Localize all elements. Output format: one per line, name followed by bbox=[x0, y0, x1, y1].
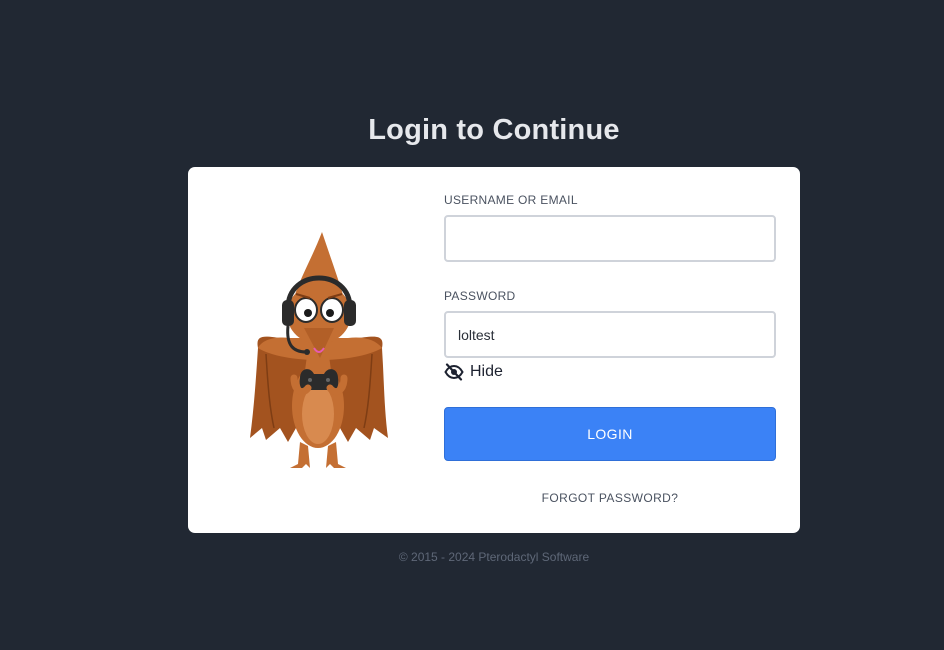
password-input[interactable] bbox=[444, 311, 776, 358]
forgot-password-link[interactable]: FORGOT PASSWORD? bbox=[444, 491, 776, 505]
footer-copyright: © 2015 - 2024 Pterodactyl Software bbox=[398, 550, 590, 564]
eye-slash-icon bbox=[444, 363, 464, 381]
hide-password-toggle[interactable]: Hide bbox=[444, 362, 503, 382]
username-input[interactable] bbox=[444, 215, 776, 262]
username-label: USERNAME OR EMAIL bbox=[444, 193, 578, 207]
password-label: PASSWORD bbox=[444, 289, 516, 303]
pterodactyl-mascot-image bbox=[250, 232, 388, 468]
login-button[interactable]: LOGIN bbox=[444, 407, 776, 461]
page-title: Login to Continue bbox=[368, 114, 620, 146]
hide-toggle-label: Hide bbox=[470, 363, 503, 380]
